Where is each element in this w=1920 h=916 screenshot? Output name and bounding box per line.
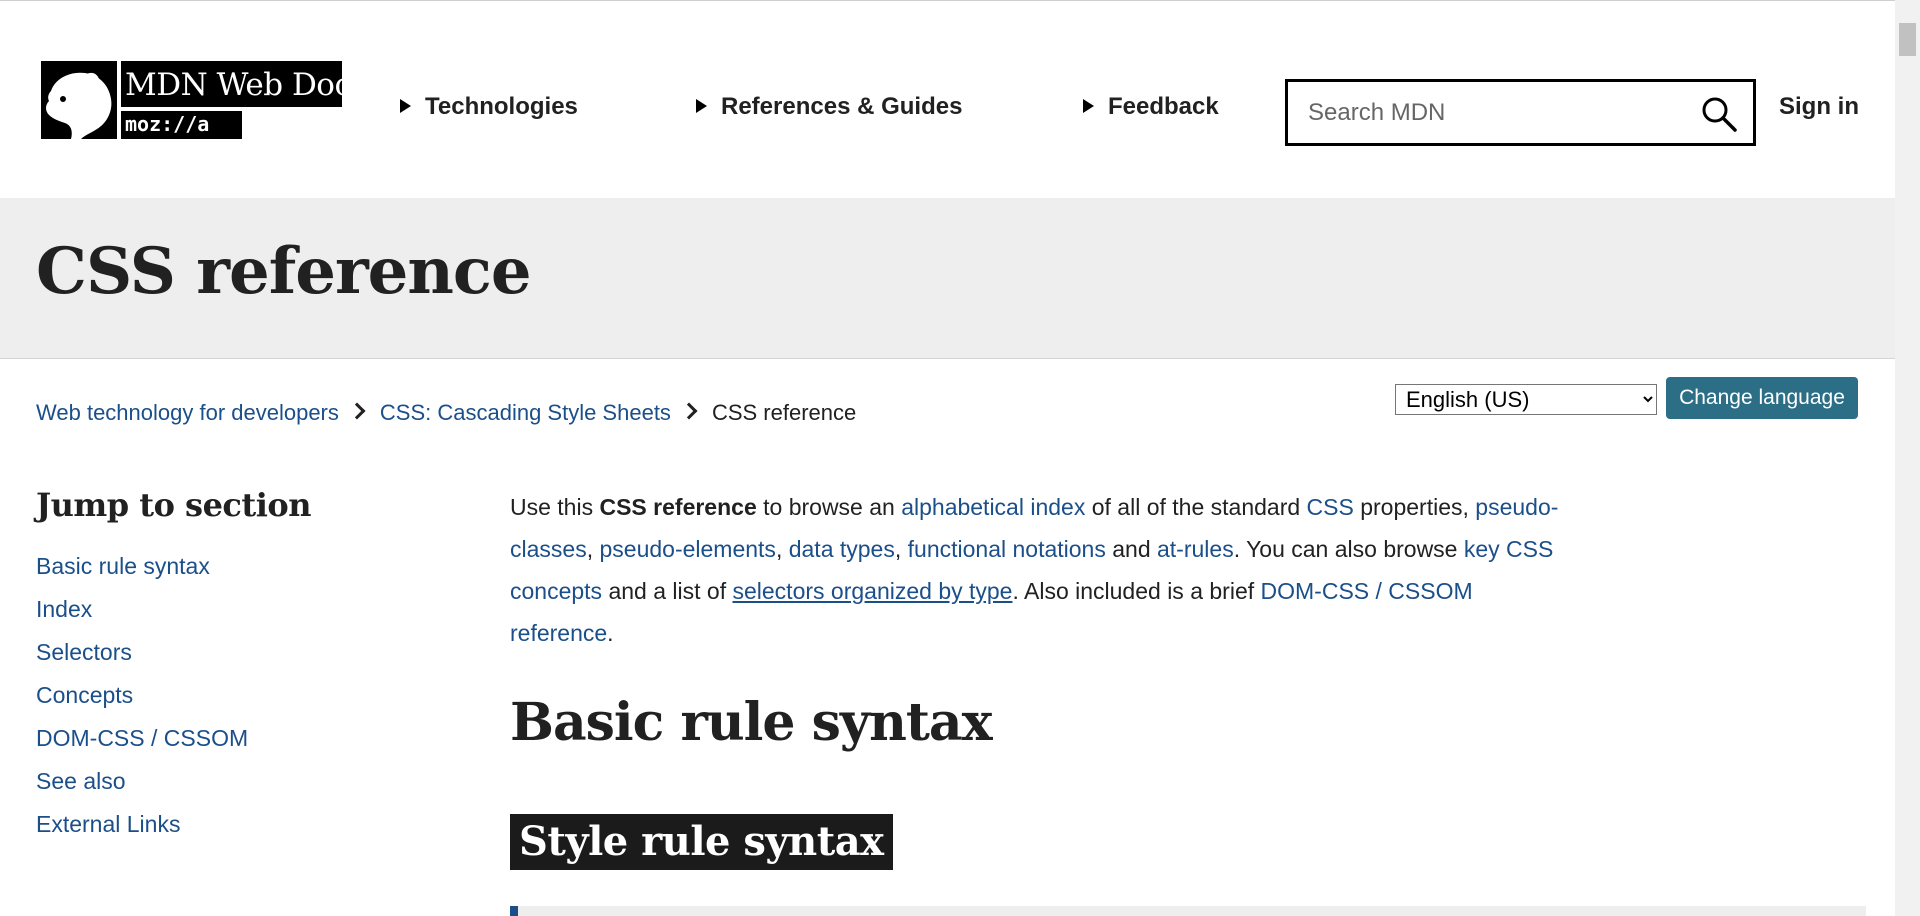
search-icon[interactable] (1701, 96, 1737, 132)
intro-text: of all of the standard (1085, 494, 1307, 520)
language-select[interactable]: English (US) (1395, 384, 1657, 415)
section-heading-basic-rule-syntax: Basic rule syntax (510, 692, 993, 753)
toc-link-selectors[interactable]: Selectors (36, 639, 132, 665)
toc-item: Basic rule syntax (36, 553, 248, 596)
link-functional-notations[interactable]: functional notations (908, 536, 1106, 562)
intro-text: , (586, 536, 600, 562)
nav-label: Technologies (425, 93, 578, 120)
intro-text: . Also included is a brief (1012, 578, 1261, 604)
toc-link-concepts[interactable]: Concepts (36, 682, 133, 708)
nav-references-guides[interactable]: References & Guides (696, 93, 962, 121)
search-box (1285, 79, 1756, 146)
triangle-right-icon (696, 99, 707, 113)
title-band: CSS reference (0, 198, 1895, 359)
toc-link-external-links[interactable]: External Links (36, 811, 180, 837)
link-alphabetical-index[interactable]: alphabetical index (901, 494, 1085, 520)
nav-technologies[interactable]: Technologies (400, 93, 578, 121)
page-scrollbar[interactable] (1895, 0, 1920, 916)
breadcrumb-link-css[interactable]: CSS: Cascading Style Sheets (380, 400, 671, 425)
toc-item: Index (36, 596, 248, 639)
code-block (510, 906, 1866, 916)
intro-text: . (607, 620, 614, 646)
triangle-right-icon (400, 99, 411, 113)
breadcrumb-current: CSS reference (711, 400, 857, 425)
link-css[interactable]: CSS (1307, 494, 1354, 520)
intro-text: and (1105, 536, 1157, 562)
link-pseudo-elements[interactable]: pseudo-elements (599, 536, 775, 562)
sign-in-link[interactable]: Sign in (1779, 93, 1859, 121)
intro-text: . You can also browse (1233, 536, 1464, 562)
toc-item: See also (36, 768, 248, 811)
intro-bold: CSS reference (599, 494, 757, 520)
scrollbar-thumb[interactable] (1899, 23, 1916, 56)
link-data-types[interactable]: data types (789, 536, 895, 562)
nav-feedback[interactable]: Feedback (1083, 93, 1219, 121)
jump-to-section-heading: Jump to section (36, 486, 311, 524)
logo-mozilla: moz://a (125, 112, 210, 136)
nav-label: Feedback (1108, 93, 1219, 120)
chevron-right-icon (680, 402, 698, 420)
toc-item: External Links (36, 811, 248, 854)
intro-paragraph: Use this CSS reference to browse an alph… (510, 486, 1560, 654)
nav-label: References & Guides (721, 93, 963, 120)
page-title: CSS reference (36, 234, 532, 309)
change-language-button[interactable]: Change language (1666, 377, 1858, 419)
link-selectors-by-type[interactable]: selectors organized by type (732, 578, 1012, 604)
toc-link-dom-css[interactable]: DOM-CSS / CSSOM (36, 725, 248, 751)
toc-link-basic-rule-syntax[interactable]: Basic rule syntax (36, 553, 210, 579)
mdn-dino-icon (41, 61, 117, 139)
toc-link-index[interactable]: Index (36, 596, 92, 622)
intro-text: , (894, 536, 908, 562)
toc-item: Concepts (36, 682, 248, 725)
triangle-right-icon (1083, 99, 1094, 113)
breadcrumb: Web technology for developers CSS: Cascad… (36, 400, 856, 426)
search-input[interactable] (1288, 82, 1708, 143)
toc-item: DOM-CSS / CSSOM (36, 725, 248, 768)
intro-text: , (775, 536, 789, 562)
mdn-logo[interactable]: MDN Web Docs moz://a (41, 61, 367, 139)
breadcrumb-link-web-technology[interactable]: Web technology for developers (36, 400, 339, 425)
site-header: MDN Web Docs moz://a Technologies Refere… (0, 0, 1895, 199)
intro-text: to browse an (756, 494, 902, 520)
subsection-heading-style-rule-syntax: Style rule syntax (510, 814, 893, 870)
link-at-rules[interactable]: at-rules (1157, 536, 1234, 562)
intro-text: Use this (510, 494, 600, 520)
intro-text: and a list of (602, 578, 733, 604)
section-toc: Basic rule syntax Index Selectors Concep… (36, 553, 248, 854)
intro-text: properties, (1353, 494, 1476, 520)
chevron-right-icon (348, 402, 366, 420)
logo-title: MDN Web Docs (125, 67, 367, 103)
toc-link-see-also[interactable]: See also (36, 768, 126, 794)
toc-item: Selectors (36, 639, 248, 682)
